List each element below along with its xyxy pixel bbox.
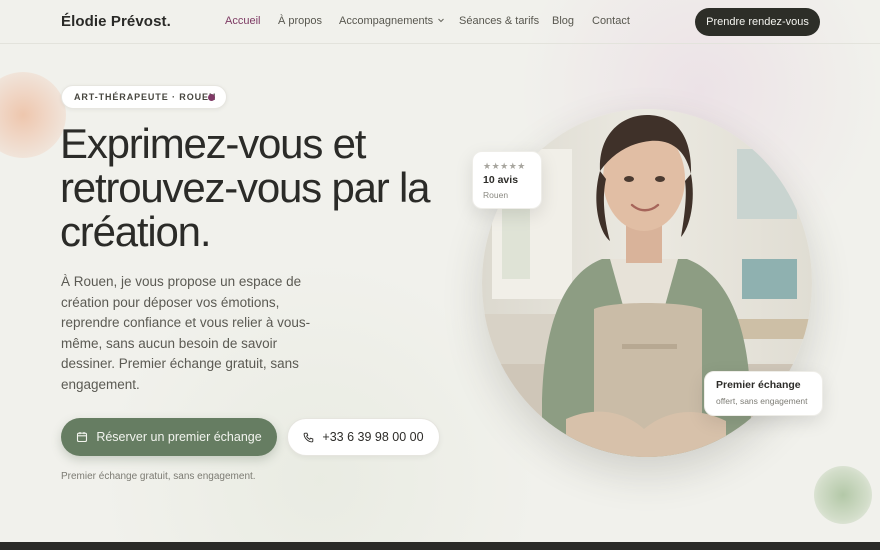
reviews-count: 10 avis (483, 174, 519, 186)
offer-subtitle: offert, sans engagement (716, 396, 808, 406)
profession-badge: ART-THÉRAPEUTE · ROUEN (61, 85, 227, 109)
reviews-location: Rouen (483, 190, 509, 200)
reviews-card: ★★★★★ 10 avis Rouen (472, 151, 542, 209)
first-exchange-card: Premier échange offert, sans engagement (704, 371, 823, 416)
decorative-blob-green (814, 466, 872, 524)
nav-item-blog[interactable]: Blog (552, 15, 574, 27)
site-header: Élodie Prévost. Accueil À propos Accompa… (0, 0, 880, 44)
rating-stars: ★★★★★ (483, 161, 526, 171)
hero-title-line-1: Exprimez-vous et (60, 120, 366, 167)
free-exchange-note: Premier échange gratuit, sans engagement… (61, 471, 256, 482)
phone-call-button[interactable]: +33 6 39 98 00 00 (287, 418, 440, 456)
badge-label: ART-THÉRAPEUTE · ROUEN (74, 92, 217, 102)
badge-dot (208, 94, 215, 101)
book-first-exchange-button[interactable]: Réserver un premier échange (61, 418, 277, 456)
calendar-icon (77, 432, 88, 443)
nav-item-accompagnements[interactable]: Accompagnements (339, 15, 445, 27)
chevron-down-icon (438, 18, 445, 23)
hero-description: À Rouen, je vous propose un espace de cr… (61, 274, 311, 392)
book-appointment-button[interactable]: Prendre rendez-vous (695, 8, 820, 36)
hero-title-line-3: création. (60, 208, 211, 255)
footer-strip (0, 542, 880, 550)
phone-number: +33 6 39 98 00 00 (322, 430, 424, 444)
hero-title: Exprimez-vous et retrouvez-vous par la c… (60, 122, 460, 254)
nav-item-label: Accompagnements (339, 15, 434, 27)
offer-title: Premier échange (716, 379, 801, 391)
nav-item-seances-tarifs[interactable]: Séances & tarifs (459, 15, 539, 27)
nav-item-a-propos[interactable]: À propos (278, 15, 322, 27)
brand-logo[interactable]: Élodie Prévost. (61, 13, 171, 30)
phone-icon (304, 432, 314, 442)
nav-item-accueil[interactable]: Accueil (225, 15, 260, 27)
nav-item-contact[interactable]: Contact (592, 15, 630, 27)
hero-title-line-2: retrouvez-vous par la (60, 164, 431, 211)
book-first-exchange-label: Réserver un premier échange (96, 430, 262, 444)
